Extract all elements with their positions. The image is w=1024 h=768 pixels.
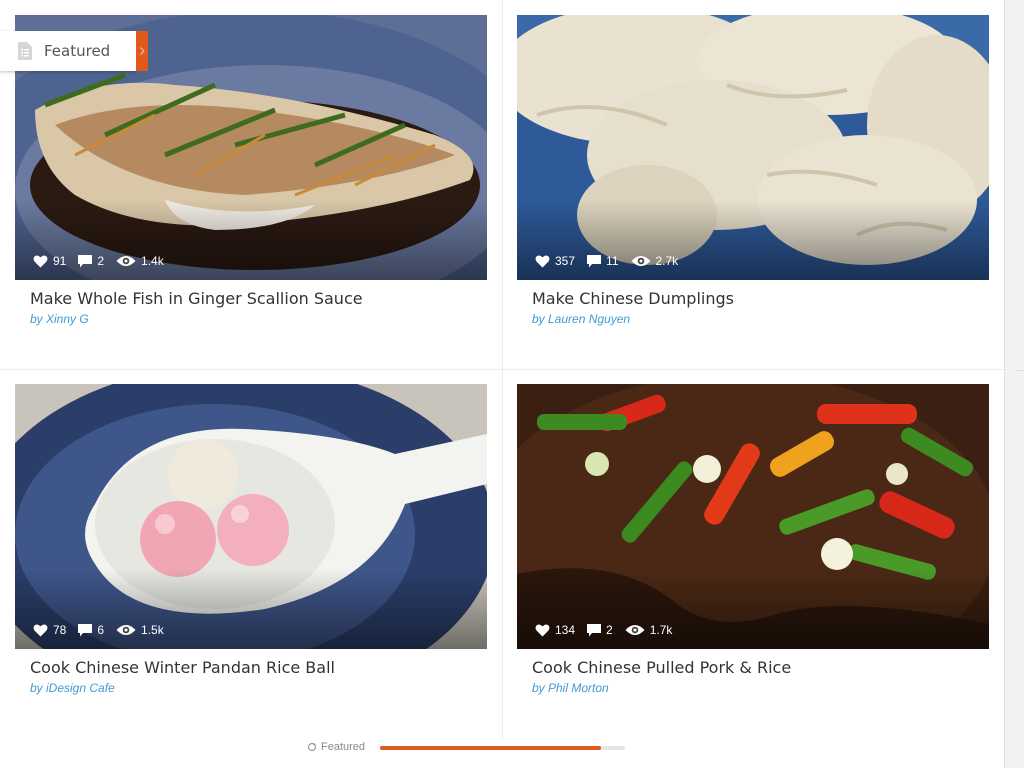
recipe-author[interactable]: by Lauren Nguyen <box>532 312 630 326</box>
comment-icon <box>587 254 602 267</box>
eye-icon <box>116 256 136 266</box>
image-gradient-overlay <box>15 200 487 280</box>
recipe-image[interactable]: 134 2 1.7k <box>517 384 989 649</box>
recipe-title[interactable]: Cook Chinese Winter Pandan Rice Ball <box>30 658 335 677</box>
next-page-edge[interactable] <box>1004 0 1024 768</box>
featured-tab-label: Featured <box>44 42 111 60</box>
footer-section-label: Featured <box>307 741 365 753</box>
featured-feed-page: 91 2 1.4k Make Whole Fish in Ginger Scal… <box>0 0 1004 768</box>
recipe-image[interactable]: 78 6 1.5k <box>15 384 487 649</box>
image-gradient-overlay <box>15 569 487 649</box>
recipe-author[interactable]: by Phil Morton <box>532 681 609 695</box>
recipe-stats: 134 2 1.7k <box>535 623 684 637</box>
comments-stat[interactable]: 2 <box>78 254 104 268</box>
likes-stat[interactable]: 134 <box>535 623 575 637</box>
views-count: 2.7k <box>655 254 679 268</box>
recipe-stats: 78 6 1.5k <box>33 623 176 637</box>
page-progress-track[interactable] <box>380 746 625 750</box>
likes-count: 78 <box>53 623 67 637</box>
eye-icon <box>625 625 645 635</box>
comment-icon <box>587 623 602 636</box>
likes-stat[interactable]: 78 <box>33 623 66 637</box>
heart-icon <box>535 623 550 636</box>
featured-tab-handle[interactable] <box>136 31 148 71</box>
views-count: 1.4k <box>141 254 164 268</box>
recipe-stats: 91 2 1.4k <box>33 254 176 268</box>
views-stat: 1.7k <box>625 623 673 637</box>
heart-icon <box>33 254 48 267</box>
comment-icon <box>78 254 93 267</box>
likes-stat[interactable]: 91 <box>33 254 66 268</box>
likes-stat[interactable]: 357 <box>535 254 575 268</box>
recipe-title[interactable]: Make Chinese Dumplings <box>532 289 734 308</box>
views-stat: 2.7k <box>631 254 679 268</box>
comments-count: 11 <box>606 254 619 268</box>
recipe-title[interactable]: Make Whole Fish in Ginger Scallion Sauce <box>30 289 363 308</box>
views-stat: 1.5k <box>116 623 164 637</box>
document-list-icon <box>18 42 32 60</box>
footer-label-text: Featured <box>321 741 366 753</box>
eye-icon <box>116 625 136 635</box>
refresh-icon <box>307 742 317 752</box>
grid-divider-horizontal <box>0 369 1004 370</box>
recipe-author[interactable]: by iDesign Cafe <box>30 681 115 695</box>
comments-stat[interactable]: 2 <box>587 623 613 637</box>
comments-count: 2 <box>97 254 105 268</box>
likes-count: 357 <box>555 254 576 268</box>
featured-tab[interactable]: Featured <box>0 31 136 71</box>
page-progress-fill <box>380 746 601 750</box>
recipe-author[interactable]: by Xinny G <box>30 312 89 326</box>
recipe-card[interactable]: 357 11 2.7k Make Chinese Dumplings by La… <box>517 15 989 355</box>
likes-count: 91 <box>53 254 67 268</box>
image-gradient-overlay <box>517 569 989 649</box>
comments-stat[interactable]: 6 <box>78 623 104 637</box>
heart-icon <box>535 254 550 267</box>
views-count: 1.7k <box>649 623 673 637</box>
image-gradient-overlay <box>517 200 989 280</box>
eye-icon <box>631 256 650 266</box>
comment-icon <box>78 623 93 636</box>
comments-count: 6 <box>97 623 105 637</box>
likes-count: 134 <box>555 623 576 637</box>
recipe-card[interactable]: 78 6 1.5k Cook Chinese Winter Pandan Ric… <box>15 384 487 724</box>
recipe-card[interactable]: 134 2 1.7k Cook Chinese Pulled Pork & Ri… <box>517 384 989 724</box>
page-edge-notch <box>1015 370 1024 371</box>
heart-icon <box>33 623 48 636</box>
comments-stat[interactable]: 11 <box>587 254 619 268</box>
pager-footer: Featured <box>0 738 1004 768</box>
recipe-title[interactable]: Cook Chinese Pulled Pork & Rice <box>532 658 791 677</box>
views-count: 1.5k <box>141 623 164 637</box>
recipe-image[interactable]: 357 11 2.7k <box>517 15 989 280</box>
chevron-right-icon <box>139 47 145 55</box>
recipe-stats: 357 11 2.7k <box>535 254 690 268</box>
comments-count: 2 <box>606 623 613 637</box>
views-stat: 1.4k <box>116 254 164 268</box>
